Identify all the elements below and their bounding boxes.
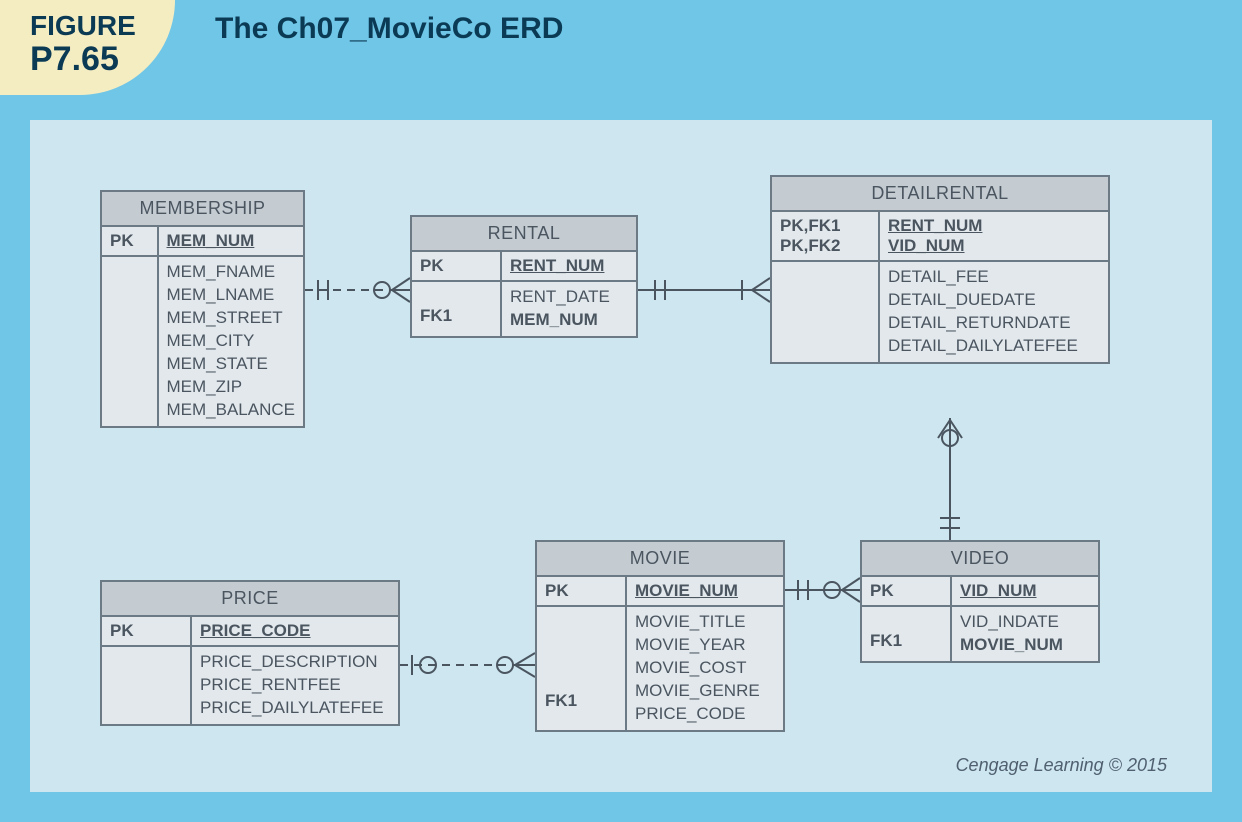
fk-label: FK1: [412, 281, 501, 336]
pk-field: VID_NUM: [960, 581, 1037, 600]
entity-title: VIDEO: [862, 542, 1098, 577]
attr-list: PRICE_DESCRIPTION PRICE_RENTFEE PRICE_DA…: [191, 646, 398, 724]
entity-movie: MOVIE PK MOVIE_NUM FK1 MOVIE_TITLE MOVIE…: [535, 540, 785, 732]
entity-price: PRICE PK PRICE_CODE PRICE_DESCRIPTION PR…: [100, 580, 400, 726]
figure-number: P7.65: [30, 40, 175, 79]
pk-field: PRICE_CODE: [200, 621, 311, 640]
pk-field: RENT_NUM: [510, 256, 604, 275]
copyright-text: Cengage Learning © 2015: [956, 755, 1167, 776]
pk-label: PK: [862, 577, 951, 606]
figure-badge: FIGURE P7.65: [0, 0, 175, 95]
pk-label: PK: [102, 617, 191, 646]
pk-field: MOVIE_NUM: [635, 581, 738, 600]
entity-video: VIDEO PK VID_NUM FK1 VID_INDATE MOVIE_NU…: [860, 540, 1100, 663]
figure-container: FIGURE P7.65 The Ch07_MovieCo ERD: [0, 0, 1242, 822]
pk-field: VID_NUM: [888, 236, 1100, 256]
attr-list: MOVIE_TITLE MOVIE_YEAR MOVIE_COST MOVIE_…: [626, 606, 783, 730]
entity-title: MEMBERSHIP: [102, 192, 303, 227]
pk-field: RENT_NUM: [888, 216, 1100, 236]
fk-label: FK1: [862, 606, 951, 661]
pk-label: PK: [537, 577, 626, 606]
attr-list: MEM_FNAME MEM_LNAME MEM_STREET MEM_CITY …: [158, 256, 303, 426]
pk-label: PK: [102, 227, 158, 256]
fk-label: FK1: [537, 606, 626, 730]
figure-label: FIGURE: [30, 10, 175, 42]
entity-membership: MEMBERSHIP PK MEM_NUM MEM_FNAME MEM_LNAM…: [100, 190, 305, 428]
attr-list: RENT_DATE MEM_NUM: [501, 281, 636, 336]
entity-title: RENTAL: [412, 217, 636, 252]
entity-title: DETAILRENTAL: [772, 177, 1108, 212]
entity-title: MOVIE: [537, 542, 783, 577]
figure-title: The Ch07_MovieCo ERD: [215, 12, 563, 46]
erd-canvas: MEMBERSHIP PK MEM_NUM MEM_FNAME MEM_LNAM…: [30, 120, 1212, 792]
pk-label: PK: [412, 252, 501, 281]
entity-detailrental: DETAILRENTAL PK,FK1 PK,FK2 RENT_NUM VID_…: [770, 175, 1110, 364]
entity-title: PRICE: [102, 582, 398, 617]
entity-rental: RENTAL PK RENT_NUM FK1 RENT_DATE MEM_NUM: [410, 215, 638, 338]
attr-list: DETAIL_FEE DETAIL_DUEDATE DETAIL_RETURND…: [879, 261, 1108, 362]
pk-field: MEM_NUM: [167, 231, 255, 250]
pk-label: PK,FK1 PK,FK2: [772, 212, 879, 261]
attr-list: VID_INDATE MOVIE_NUM: [951, 606, 1098, 661]
